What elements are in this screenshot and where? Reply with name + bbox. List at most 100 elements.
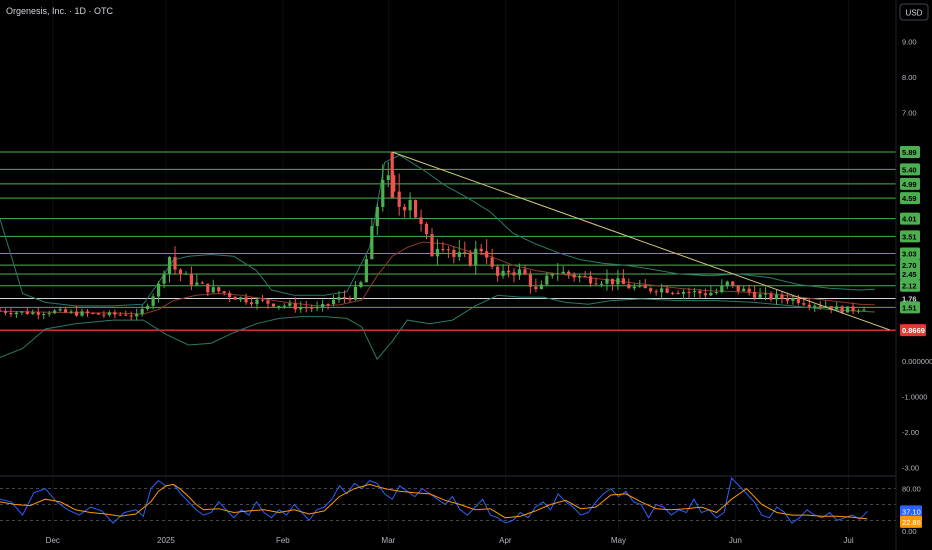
candle-body: [353, 286, 358, 300]
time-tick-Mar: Mar: [382, 536, 396, 545]
candle-body: [649, 288, 653, 292]
candle-body: [370, 226, 374, 260]
candle-body: [173, 257, 177, 270]
candle-body: [725, 281, 729, 286]
currency-button-label[interactable]: USD: [906, 9, 923, 18]
candle-body: [299, 307, 303, 310]
candle-body: [310, 307, 314, 309]
price-tick-label: 7.00: [902, 109, 917, 118]
candle-body: [321, 303, 325, 308]
candle-body: [512, 272, 516, 276]
candle-body: [588, 276, 593, 284]
candle-body: [763, 293, 768, 295]
candle-body: [129, 315, 133, 317]
candle-body: [506, 270, 511, 273]
candle-body: [698, 291, 702, 294]
candle-body: [807, 304, 811, 307]
candle-body: [293, 303, 297, 310]
time-tick-Jul: Jul: [843, 536, 853, 545]
candle-body: [670, 292, 675, 294]
currency-button[interactable]: USD: [899, 3, 929, 21]
candle-body: [315, 307, 319, 309]
candle-body: [534, 286, 538, 290]
price-tick-label: 0.000000: [902, 357, 932, 366]
stoch-k-tag-label: 37.10: [902, 507, 921, 516]
symbol-title: Orgenesis, Inc. · 1D · OTC: [6, 6, 114, 16]
candle-body: [31, 312, 35, 315]
candle-body: [3, 311, 8, 313]
level-tag-label-0.8669: 0.8669: [902, 326, 925, 335]
candle-body: [244, 297, 248, 303]
candle-body: [567, 271, 571, 275]
candle-body: [523, 269, 527, 275]
candle-body: [118, 314, 122, 316]
candle-body: [381, 179, 385, 207]
candle-body: [643, 285, 647, 289]
candle-body: [200, 282, 204, 284]
candle-body: [375, 206, 379, 227]
candle-body: [85, 311, 90, 314]
candle-body: [802, 303, 806, 305]
candle-body: [578, 276, 582, 278]
level-tag-label-4.59: 4.59: [902, 194, 917, 203]
candle-body: [862, 309, 866, 311]
candle-body: [167, 257, 172, 275]
candle-body: [446, 249, 450, 251]
candle-body: [840, 306, 844, 313]
candle-body: [605, 278, 609, 284]
candle-body: [742, 288, 746, 292]
candle-body: [162, 274, 166, 284]
price-tick-label: -2.00: [902, 428, 919, 437]
candle-body: [785, 298, 790, 301]
candle-body: [364, 259, 368, 283]
candle-body: [463, 252, 467, 254]
candle-body: [583, 276, 587, 278]
candle-body: [758, 294, 762, 298]
candle-body: [206, 283, 210, 293]
candle-body: [665, 288, 669, 293]
candle-body: [211, 287, 215, 293]
candle-body: [178, 269, 183, 275]
level-tag-label-5.40: 5.40: [902, 165, 917, 174]
candle-body: [720, 285, 724, 293]
candle-body: [424, 223, 429, 235]
candle-body: [96, 313, 101, 315]
candle-body: [113, 312, 117, 315]
price-chart[interactable]: 5.895.404.994.594.013.513.032.702.452.12…: [0, 0, 932, 550]
candle-body: [53, 310, 57, 314]
candle-body: [452, 249, 456, 257]
candle-body: [430, 234, 434, 257]
candle-body: [36, 312, 40, 315]
candle-body: [184, 273, 188, 275]
level-tag-label-3.03: 3.03: [902, 249, 917, 258]
candle-body: [140, 308, 144, 314]
candle-body: [638, 285, 642, 287]
candle-body: [747, 288, 751, 292]
candle-body: [528, 274, 533, 287]
candle-body: [64, 309, 68, 313]
candle-body: [249, 302, 254, 305]
candle-body: [594, 283, 598, 285]
candle-body: [457, 252, 461, 257]
candle-body: [856, 310, 861, 312]
stoch-d-tag-label: 22.86: [902, 518, 921, 527]
candle-body: [413, 200, 418, 218]
candle-body: [479, 248, 483, 252]
candle-body: [851, 306, 855, 312]
candle-body: [151, 296, 155, 306]
candle-body: [654, 291, 658, 293]
candle-body: [780, 294, 784, 299]
candle-body: [660, 288, 664, 293]
candle-body: [681, 291, 686, 294]
level-tag-label-2.45: 2.45: [902, 270, 917, 279]
candle-body: [835, 306, 839, 310]
candle-body: [545, 275, 549, 285]
candle-body: [9, 312, 13, 315]
candle-body: [42, 314, 46, 316]
candle-body: [0, 310, 2, 312]
time-tick-May: May: [611, 536, 626, 545]
candle-body: [146, 305, 150, 309]
candle-body: [468, 252, 472, 266]
candle-body: [796, 298, 800, 304]
price-tick-label: 9.00: [902, 38, 917, 47]
